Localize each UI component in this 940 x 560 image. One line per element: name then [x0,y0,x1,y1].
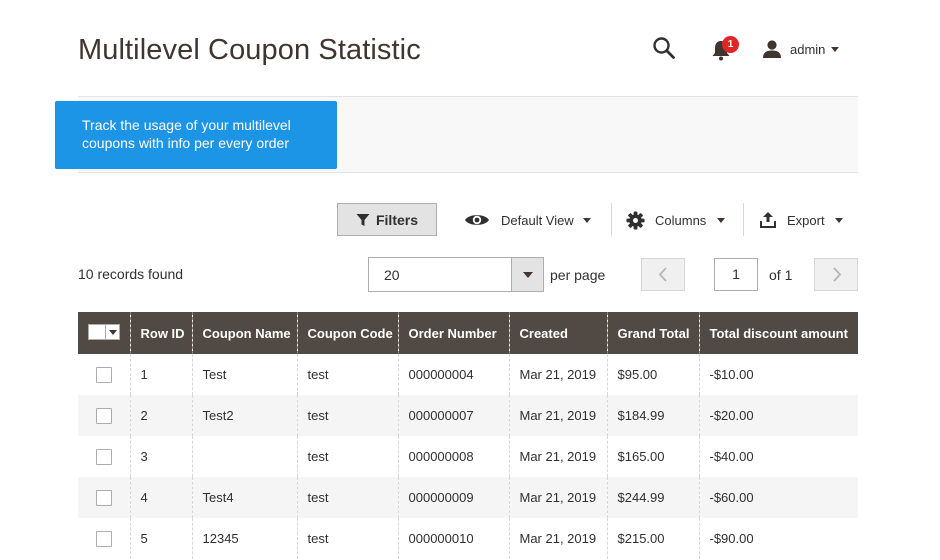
table-row[interactable]: 2 Test2 test 000000007 Mar 21, 2019 $184… [78,395,858,436]
table-cell: 000000009 [397,477,509,518]
user-icon [763,40,781,58]
page-title: Multilevel Coupon Statistic [78,34,421,66]
eye-icon [465,215,489,225]
row-checkbox[interactable] [96,366,112,383]
column-header[interactable]: Row ID [129,312,192,354]
table-cell: test [296,436,398,477]
search-button[interactable] [652,36,678,62]
table-row[interactable]: 3 test 000000008 Mar 21, 2019 $165.00 -$… [78,436,858,477]
header-actions: 1 admin [650,34,860,64]
table-cell: Test [191,354,297,395]
chevron-left-icon [658,267,667,282]
table-cell: 000000008 [397,436,509,477]
row-checkbox[interactable] [96,448,112,465]
table-cell: -$40.00 [698,436,858,477]
search-icon [653,37,675,59]
row-checkbox[interactable] [96,530,112,547]
column-header[interactable]: Grand Total [606,312,699,354]
chevron-down-icon [834,217,843,223]
table-cell: $95.00 [606,354,699,395]
info-banner: Track the usage of your multilevel coupo… [55,101,337,169]
table-cell: 000000007 [397,395,509,436]
table-cell: 3 [129,436,192,477]
table-cell: $244.99 [606,477,699,518]
table-row[interactable]: 1 Test test 000000004 Mar 21, 2019 $95.0… [78,354,858,395]
columns-button[interactable]: Columns [626,206,726,234]
mass-select-dropdown[interactable] [88,324,120,340]
chevron-down-icon [717,217,726,223]
table-cell: 4 [129,477,192,518]
row-checkbox[interactable] [96,489,112,506]
table-cell: Mar 21, 2019 [508,518,607,559]
row-checkbox[interactable] [96,407,112,424]
table-cell: Mar 21, 2019 [508,354,607,395]
column-header[interactable]: Coupon Code [296,312,398,354]
table-cell: 2 [129,395,192,436]
records-found: 10 records found [78,266,184,282]
table-cell [191,436,297,477]
chevron-down-icon [109,330,117,335]
filter-icon [356,213,370,226]
columns-label: Columns [655,212,707,228]
filters-label: Filters [375,211,418,228]
table-cell: Mar 21, 2019 [508,477,607,518]
user-name: admin [790,41,826,57]
previous-page-button[interactable] [641,258,685,291]
notification-count-badge: 1 [722,36,739,53]
per-page-toggle[interactable] [511,258,543,291]
per-page-value: 20 [384,267,400,283]
table-cell: -$20.00 [698,395,858,436]
grid-header-row: Row ID Coupon Name Coupon Code Order Num… [78,312,858,354]
table-cell: Mar 21, 2019 [508,436,607,477]
table-cell: Test2 [191,395,297,436]
next-page-button[interactable] [814,258,858,291]
toolbar-divider [743,203,744,236]
table-cell: -$90.00 [698,518,858,559]
table-cell: $215.00 [606,518,699,559]
column-header[interactable]: Total discount amount [698,312,858,354]
table-cell: 000000004 [397,354,509,395]
column-header[interactable]: Created [508,312,607,354]
table-cell: Test4 [191,477,297,518]
table-cell: test [296,477,398,518]
chevron-down-icon [831,46,840,52]
table-cell: -$60.00 [698,477,858,518]
toolbar-divider [611,203,612,236]
view-switcher[interactable]: Default View [464,206,591,234]
table-cell: 5 [129,518,192,559]
upload-icon [760,212,776,228]
column-header[interactable]: Coupon Name [191,312,297,354]
mass-select-header [78,312,130,354]
chevron-right-icon [833,267,842,282]
per-page-select[interactable]: 20 [368,257,544,292]
page-number-input[interactable]: 1 [714,258,758,291]
export-button[interactable]: Export [759,206,843,234]
gear-icon [626,210,645,230]
column-header[interactable]: Order Number [397,312,509,354]
total-pages: of 1 [769,267,793,283]
table-cell: test [296,395,398,436]
table-cell: test [296,354,398,395]
user-menu[interactable]: admin [762,36,840,62]
view-label: Default View [501,212,574,228]
table-cell: test [296,518,398,559]
table-row[interactable]: 5 12345 test 000000010 Mar 21, 2019 $215… [78,518,858,559]
per-page-label: per page [550,267,606,283]
table-cell: 12345 [191,518,297,559]
table-cell: $165.00 [606,436,699,477]
table-cell: 000000010 [397,518,509,559]
table-row[interactable]: 4 Test4 test 000000009 Mar 21, 2019 $244… [78,477,858,518]
coupon-grid: Row ID Coupon Name Coupon Code Order Num… [78,312,858,559]
table-cell: -$10.00 [698,354,858,395]
table-cell: Mar 21, 2019 [508,395,607,436]
table-cell: $184.99 [606,395,699,436]
filters-button[interactable]: Filters [337,203,437,236]
table-cell: 1 [129,354,192,395]
export-label: Export [787,212,825,228]
chevron-down-icon [582,217,591,223]
chevron-down-icon [523,272,533,278]
